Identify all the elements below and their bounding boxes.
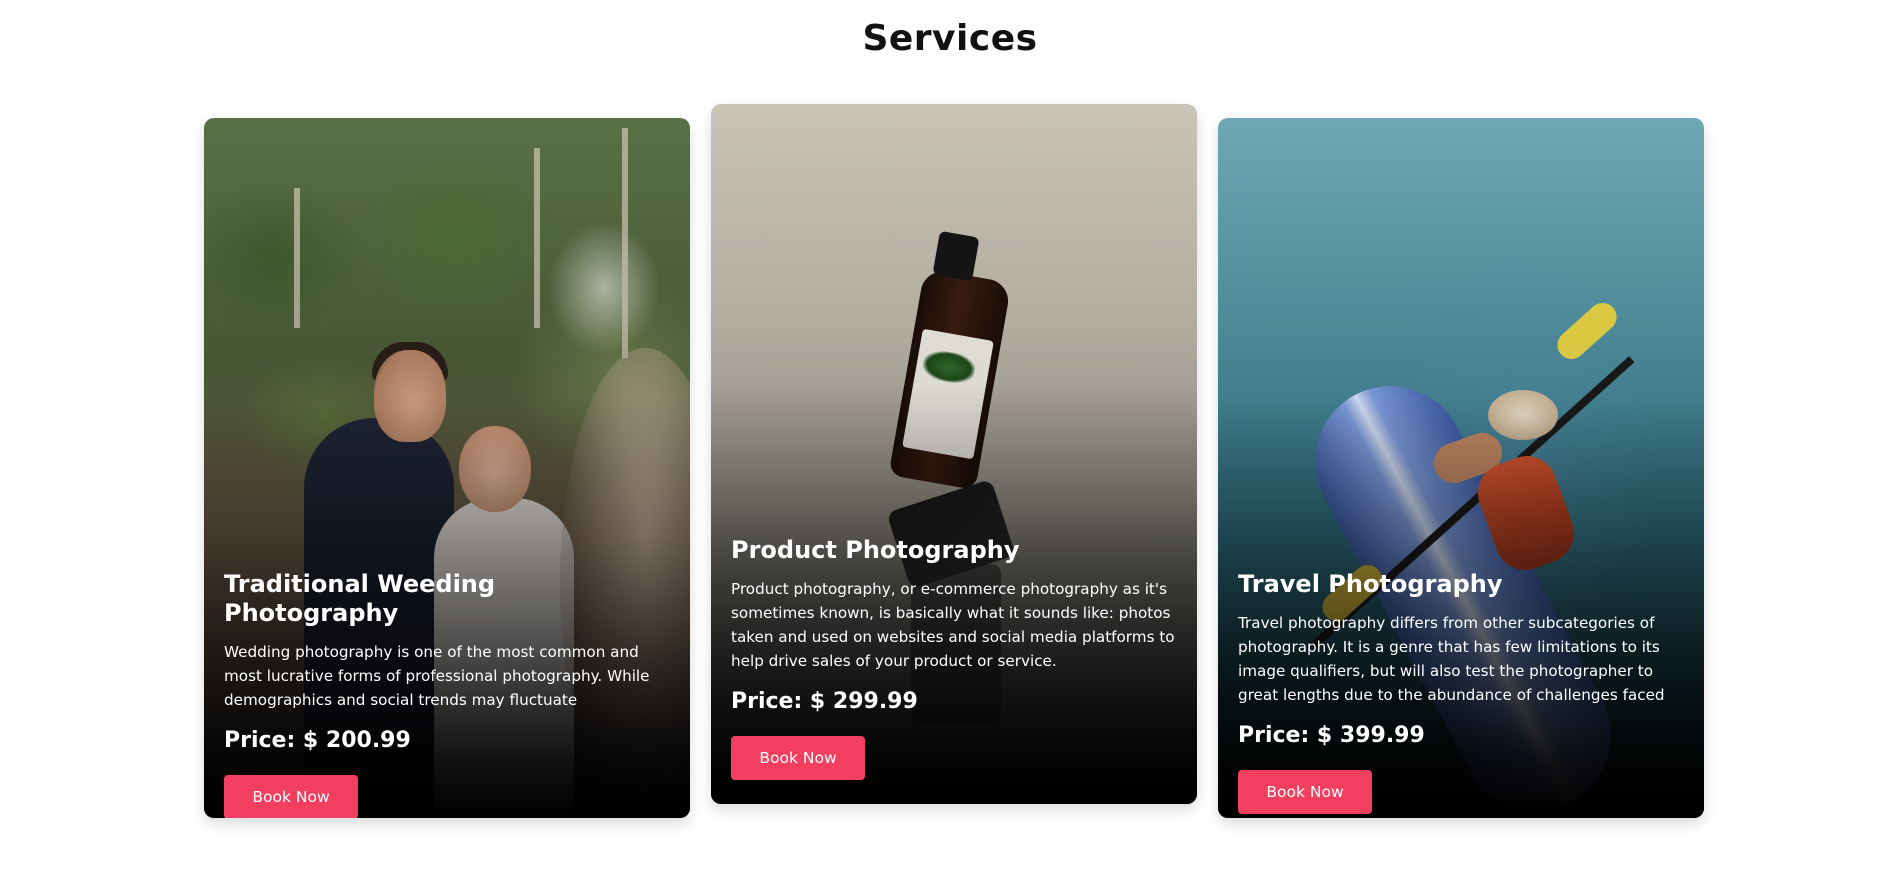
service-description: Travel photography differs from other su… [1238, 613, 1665, 704]
service-title: Traditional Weeding Photography [224, 570, 496, 627]
service-title: Travel Photography [1238, 570, 1503, 598]
service-title: Product Photography [731, 536, 1020, 564]
book-now-button[interactable]: Book Now [1238, 769, 1372, 814]
service-card-wedding: Traditional Weeding Photography Wedding … [204, 118, 690, 818]
services-page: Services Traditional Weeding Photography… [0, 0, 1900, 872]
card-content: Traditional Weeding Photography Wedding … [224, 570, 672, 818]
card-content: Travel Photography Travel photography di… [1238, 570, 1686, 814]
service-price: Price: $ 299.99 [731, 688, 918, 714]
service-price: Price: $ 399.99 [1238, 722, 1425, 748]
book-now-button[interactable]: Book Now [224, 774, 358, 818]
service-card-travel: Travel Photography Travel photography di… [1218, 118, 1704, 818]
service-description: Wedding photography is one of the most c… [224, 642, 650, 709]
service-card-product: Product Photography Product photography,… [711, 104, 1197, 804]
card-content: Product Photography Product photography,… [731, 536, 1179, 780]
book-now-button[interactable]: Book Now [731, 735, 865, 780]
service-description: Product photography, or e-commerce photo… [731, 579, 1175, 670]
service-price: Price: $ 200.99 [224, 727, 411, 753]
section-title: Services [862, 18, 1038, 59]
